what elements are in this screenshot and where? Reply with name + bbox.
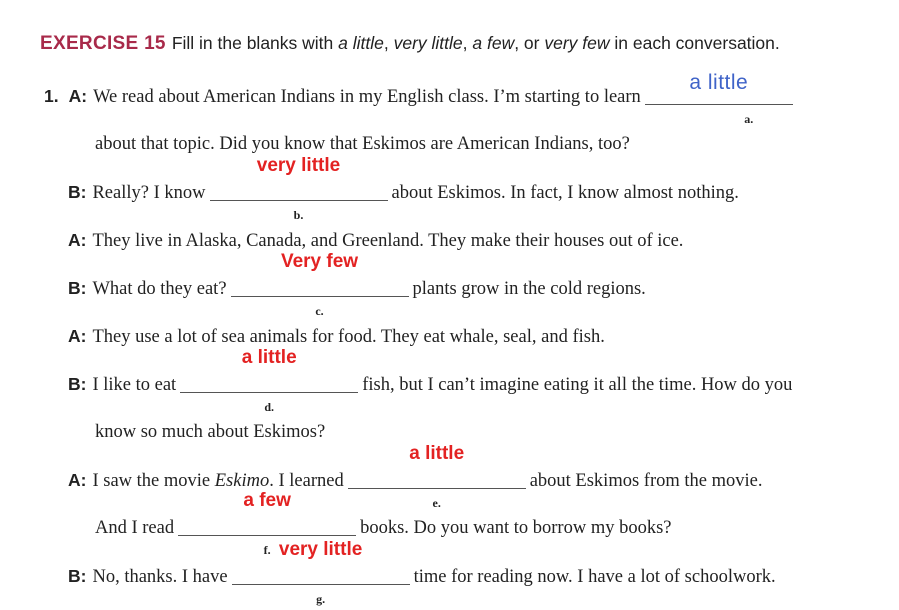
blank-letter-c: c. — [315, 304, 324, 318]
blank-f[interactable]: a few f. — [178, 490, 357, 557]
dialogue-line-4: A: They live in Alaska, Canada, and Green… — [68, 229, 683, 252]
line-text: books. Do you want to borrow my books? — [360, 518, 672, 538]
speaker-b: B: — [68, 566, 87, 586]
comma: , — [383, 33, 394, 53]
speaker-b: B: — [68, 182, 87, 202]
option-a-little: a little — [338, 33, 384, 53]
blank-g[interactable]: very little g. — [231, 539, 410, 606]
line-text: I like to eat — [92, 375, 177, 395]
line-text: know so much about Eskimos? — [95, 422, 326, 442]
blank-e[interactable]: a little e. — [347, 443, 526, 510]
line-text: What do they eat? — [92, 279, 227, 299]
blank-letter-e: e. — [432, 496, 441, 510]
line-text: about Eskimos. In fact, I know almost no… — [391, 183, 739, 203]
line-text: They use a lot of sea animals for food. … — [92, 327, 605, 347]
or-text: , or — [514, 33, 545, 53]
dialogue-line-5: B: What do they eat? Very few c. plants grow… — [68, 251, 646, 318]
option-very-few: very few — [544, 33, 610, 53]
answer-d: a little — [241, 347, 297, 368]
instruction-text-end: in each conversation. — [609, 33, 780, 53]
line-text: plants grow in the cold regions. — [412, 279, 646, 299]
line-text: We read about American Indians in my Eng… — [93, 87, 641, 107]
blank-b[interactable]: very little b. — [209, 155, 388, 222]
speaker-a: A: — [68, 326, 87, 346]
comma: , — [462, 33, 473, 53]
dialogue-line-1: 1. A: We read about American Indians in my… — [44, 72, 797, 126]
line-text: . I learned — [269, 471, 344, 491]
dialogue-line-2: about that topic. Did you know that Eski… — [95, 133, 630, 155]
answer-b: very little — [256, 155, 341, 176]
exercise-instructions: EXERCISE 15 Fill in the blanks with a lit… — [40, 33, 780, 55]
line-text: about Eskimos from the movie. — [529, 471, 763, 491]
option-very-little: very little — [393, 33, 463, 53]
blank-letter-a: a. — [744, 112, 754, 126]
line-text: They live in Alaska, Canada, and Greenla… — [92, 231, 684, 251]
speaker-a: A: — [68, 470, 87, 490]
dialogue-line-11: B: No, thanks. I have very little g. time fo… — [68, 539, 776, 606]
answer-f: a few — [243, 490, 291, 511]
dialogue-line-9: A: I saw the movie Eskimo. I learned a lit… — [68, 443, 763, 510]
line-text: Really? I know — [92, 183, 206, 203]
dialogue-line-10: And I read a few f. books. Do you want to b… — [95, 490, 672, 557]
line-text: fish, but I can’t imagine eating it all … — [362, 375, 793, 395]
line-text: No, thanks. I have — [92, 567, 228, 587]
answer-c: Very few — [280, 251, 359, 272]
dialogue-line-6: A: They use a lot of sea animals for food… — [68, 325, 605, 348]
blank-letter-b: b. — [293, 208, 304, 222]
dialogue-line-8: know so much about Eskimos? — [95, 421, 325, 443]
answer-g: very little — [278, 539, 363, 560]
line-text: And I read — [95, 518, 175, 538]
line-text: about that topic. Did you know that Eski… — [95, 134, 630, 154]
answer-e: a little — [409, 443, 465, 464]
speaker-b: B: — [68, 278, 87, 298]
blank-letter-g: g. — [316, 592, 326, 606]
option-a-few: a few — [472, 33, 515, 53]
dialogue-line-3: B: Really? I know very little b. about Eskim… — [68, 155, 739, 222]
item-number: 1. — [44, 86, 59, 106]
dialogue-line-7: B: I like to eat a little d. fish, but I can… — [68, 347, 793, 414]
blank-c[interactable]: Very few c. — [230, 251, 409, 318]
instruction-text: Fill in the blanks with — [171, 33, 339, 53]
speaker-a: A: — [68, 230, 87, 250]
blank-a[interactable]: a little a. — [644, 72, 793, 126]
speaker-a: A: — [68, 86, 88, 106]
line-text: I saw the movie — [92, 471, 215, 491]
answer-a: a little — [689, 71, 749, 94]
exercise-label: EXERCISE 15 — [40, 33, 166, 54]
movie-title: Eskimo — [214, 471, 270, 491]
speaker-b: B: — [68, 374, 87, 394]
blank-letter-d: d. — [264, 400, 275, 414]
blank-d[interactable]: a little d. — [180, 347, 359, 414]
line-text: time for reading now. I have a lot of sc… — [413, 567, 776, 587]
